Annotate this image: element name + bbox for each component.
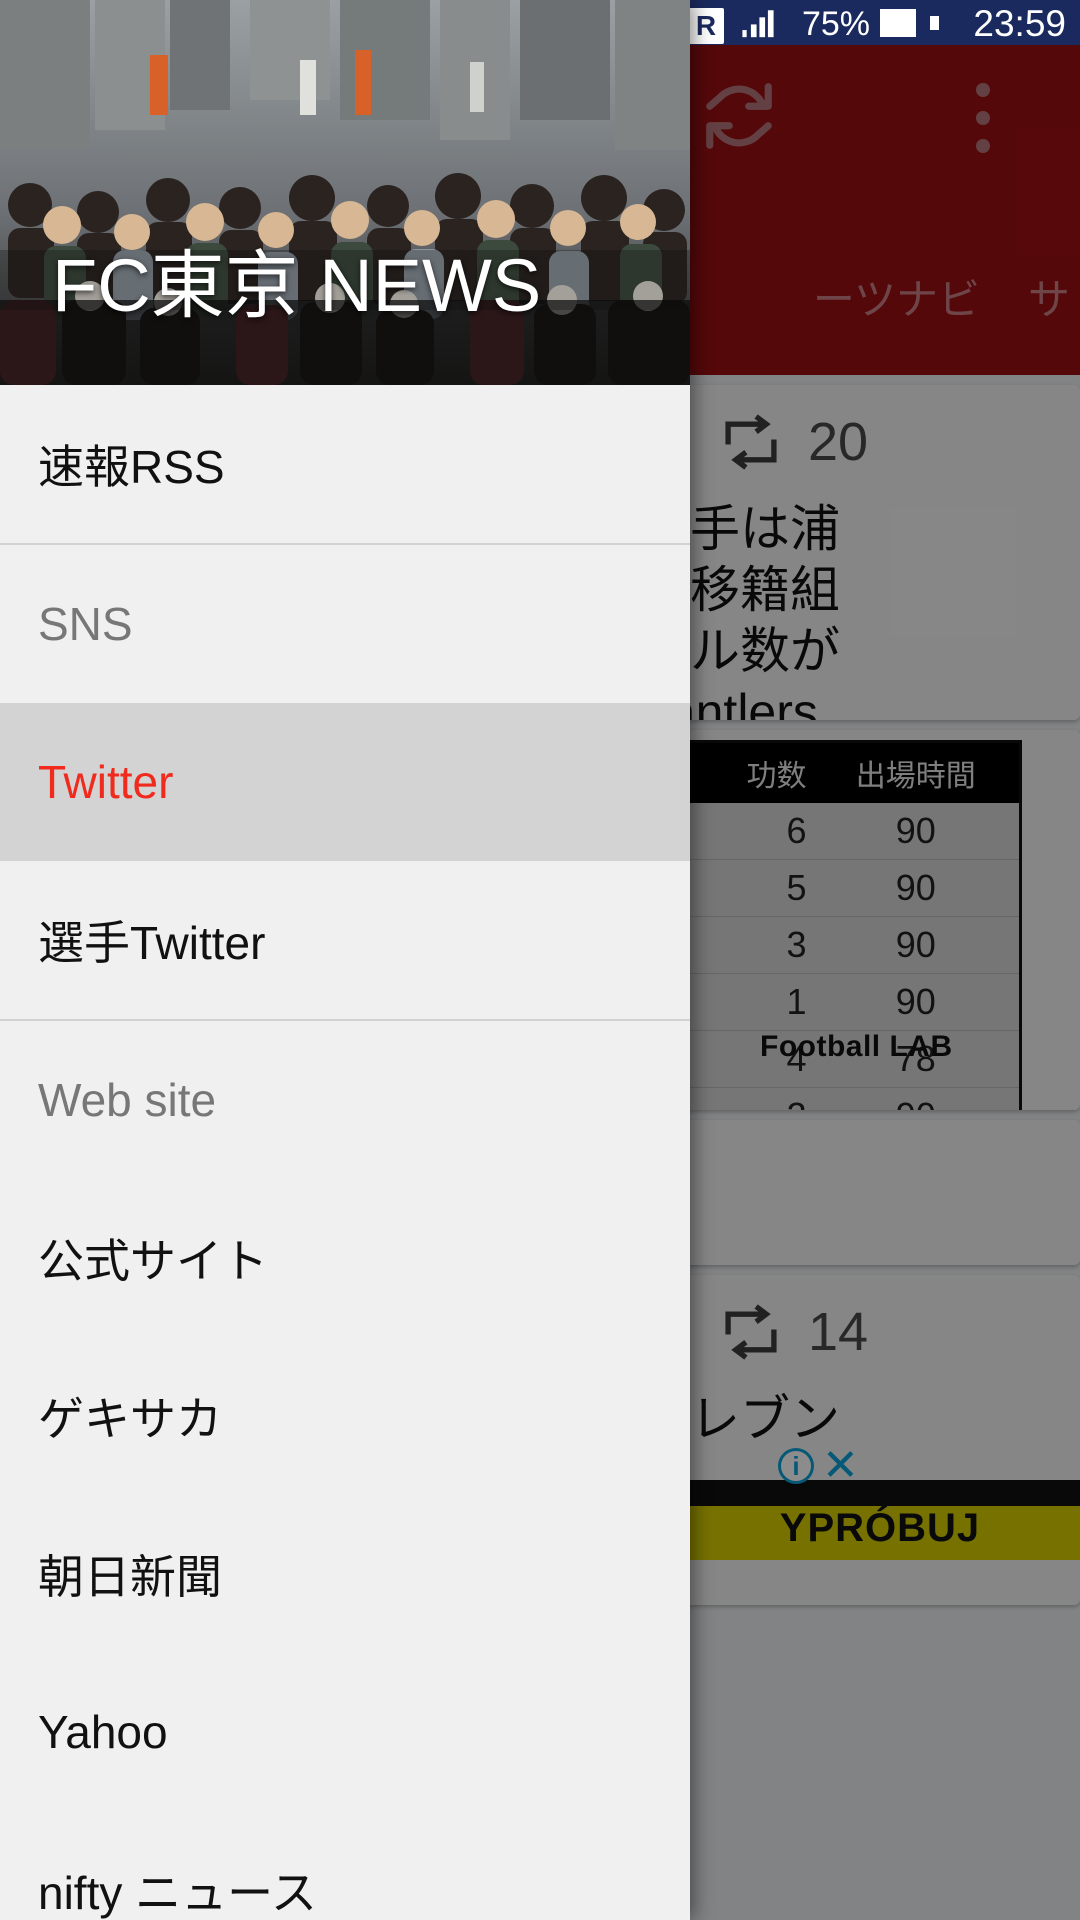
drawer-item-label: Yahoo [38,1706,168,1758]
drawer-item-label: Twitter [38,756,174,808]
navigation-drawer[interactable]: FC東京 NEWS 速報RSS SNS Twitter 選手Twitter Web si… [0,0,690,1920]
drawer-item-ゲキサカ[interactable]: ゲキサカ [0,1337,690,1495]
drawer-item-label: 朝日新聞 [38,1551,222,1603]
drawer-item-label: nifty ニュース [38,1867,317,1919]
drawer-item-label: 公式サイト [38,1235,268,1287]
roaming-icon: R [688,7,724,44]
drawer-section-label: SNS [38,598,133,650]
drawer-item-速報rss[interactable]: 速報RSS [0,385,690,543]
drawer-header-title: FC東京 NEWS [52,244,542,327]
drawer-item-朝日新聞[interactable]: 朝日新聞 [0,1495,690,1653]
drawer-section-label: Web site [38,1074,217,1126]
drawer-section-header-web-site: Web site [0,1021,690,1179]
clock-label: 23:59 [973,3,1066,44]
drawer-item-nifty-ニュース[interactable]: nifty ニュース [0,1811,690,1920]
drawer-header: FC東京 NEWS [0,0,690,385]
battery-icon [880,9,939,37]
drawer-section-header-sns: SNS [0,545,690,703]
drawer-item-yahoo[interactable]: Yahoo [0,1653,690,1811]
drawer-item-label: 速報RSS [38,441,225,493]
battery-percent-label: 75% [801,5,870,43]
drawer-item-label: ゲキサカ [38,1393,222,1445]
drawer-item-公式サイト[interactable]: 公式サイト [0,1179,690,1337]
signal-icon [736,6,780,45]
drawer-item-label: 選手Twitter [38,917,266,969]
drawer-item-twitter[interactable]: Twitter [0,703,690,861]
drawer-item-選手twitter[interactable]: 選手Twitter [0,861,690,1019]
drawer-menu-list[interactable]: 速報RSS SNS Twitter 選手Twitter Web site 公式サイトゲキサ… [0,385,690,1920]
